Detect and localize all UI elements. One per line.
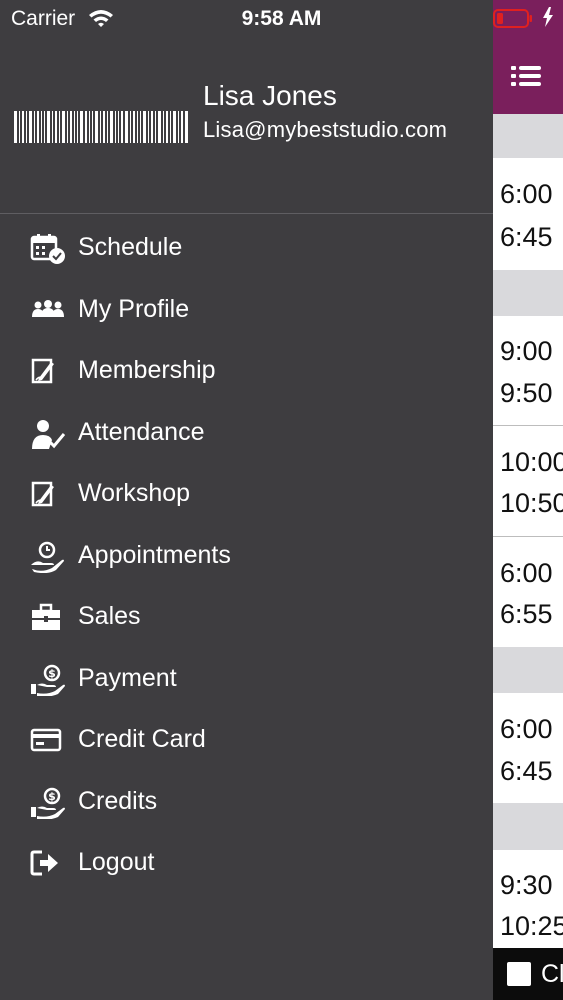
- class-card[interactable]: 6:00 6:45: [493, 693, 563, 803]
- menu-item-my-profile[interactable]: My Profile: [0, 280, 493, 342]
- class-end-time: 9:50: [500, 378, 553, 408]
- bottom-bar: Cl: [493, 948, 563, 1000]
- menu-item-label: Sales: [78, 602, 141, 630]
- class-card[interactable]: 9:00 9:50: [493, 316, 563, 426]
- svg-text:$: $: [48, 667, 56, 680]
- hand-dollar-icon: $: [31, 787, 65, 819]
- menu-item-label: Appointments: [78, 540, 231, 569]
- calendar-check-icon: [30, 234, 65, 264]
- menu-item-label: Workshop: [78, 479, 191, 507]
- menu-item-payment[interactable]: $ Payment: [0, 649, 493, 711]
- menu-item-credits[interactable]: $ Credits: [0, 772, 493, 834]
- hand-dollar-icon: $: [31, 664, 65, 696]
- hand-clock-icon: [31, 541, 64, 573]
- menu-item-label: My Profile: [78, 294, 190, 323]
- side-drawer: Lisa Jones Lisa@mybeststudio.com Schedul…: [0, 0, 493, 1000]
- background-schedule-screen: 6:00 6:45 9:00 9:50 10:00 10:50 6:00 6:5…: [493, 0, 563, 1000]
- svg-text:$: $: [48, 790, 56, 803]
- class-end-time: 10:50: [500, 488, 563, 518]
- menu-item-appointments[interactable]: Appointments: [0, 526, 493, 588]
- class-start-time: 6:00: [500, 558, 553, 588]
- divider: [0, 213, 493, 214]
- user-name: Lisa Jones: [203, 80, 337, 111]
- users-icon: [32, 299, 64, 317]
- menu-item-credit-card[interactable]: Credit Card: [0, 710, 493, 772]
- status-bar: Carrier 9:58 AM: [0, 0, 563, 40]
- document-pen-icon: [31, 481, 54, 507]
- credit-card-icon: [30, 728, 62, 752]
- person-check-icon: [32, 419, 66, 449]
- menu-item-attendance[interactable]: Attendance: [0, 403, 493, 465]
- menu-item-label: Credits: [78, 786, 158, 815]
- class-end-time: 10:25: [500, 911, 563, 941]
- menu-item-label: Payment: [78, 663, 177, 692]
- class-end-time: 6:55: [500, 599, 553, 629]
- class-start-time: 9:30: [500, 870, 553, 900]
- document-pen-icon: [31, 358, 54, 384]
- class-start-time: 10:00: [500, 447, 563, 477]
- class-end-time: 6:45: [500, 756, 553, 786]
- menu-item-label: Attendance: [78, 417, 205, 446]
- class-card[interactable]: 6:00 6:55: [493, 537, 563, 647]
- barcode-icon: [14, 111, 188, 143]
- class-start-time: 6:00: [500, 714, 553, 744]
- menu-item-label: Membership: [78, 356, 216, 384]
- briefcase-icon: [32, 603, 60, 630]
- drawer-menu: Schedule My Profile Membership Attendanc…: [0, 218, 493, 895]
- battery-icon: [493, 9, 532, 28]
- status-time: 9:58 AM: [241, 7, 322, 30]
- logout-icon: [30, 850, 58, 876]
- class-card[interactable]: 10:00 10:50: [493, 426, 563, 536]
- menu-item-label: Logout: [78, 848, 155, 876]
- menu-item-label: Schedule: [78, 233, 183, 261]
- class-end-time: 6:45: [500, 222, 553, 252]
- user-email: Lisa@mybeststudio.com: [203, 117, 448, 142]
- bottom-bar-label: Cl: [541, 960, 563, 988]
- class-start-time: 9:00: [500, 336, 553, 366]
- class-card[interactable]: 6:00 6:45: [493, 158, 563, 270]
- class-card[interactable]: 9:30 10:25: [493, 850, 563, 948]
- hamburger-menu-icon[interactable]: [511, 66, 543, 92]
- menu-item-logout[interactable]: Logout: [0, 833, 493, 895]
- filter-checkbox[interactable]: [507, 962, 531, 986]
- menu-item-schedule[interactable]: Schedule: [0, 218, 493, 280]
- menu-item-sales[interactable]: Sales: [0, 587, 493, 649]
- class-start-time: 6:00: [500, 179, 553, 209]
- charging-bolt-icon: [543, 7, 553, 27]
- menu-item-workshop[interactable]: Workshop: [0, 464, 493, 526]
- menu-item-membership[interactable]: Membership: [0, 341, 493, 403]
- menu-item-label: Credit Card: [78, 725, 206, 753]
